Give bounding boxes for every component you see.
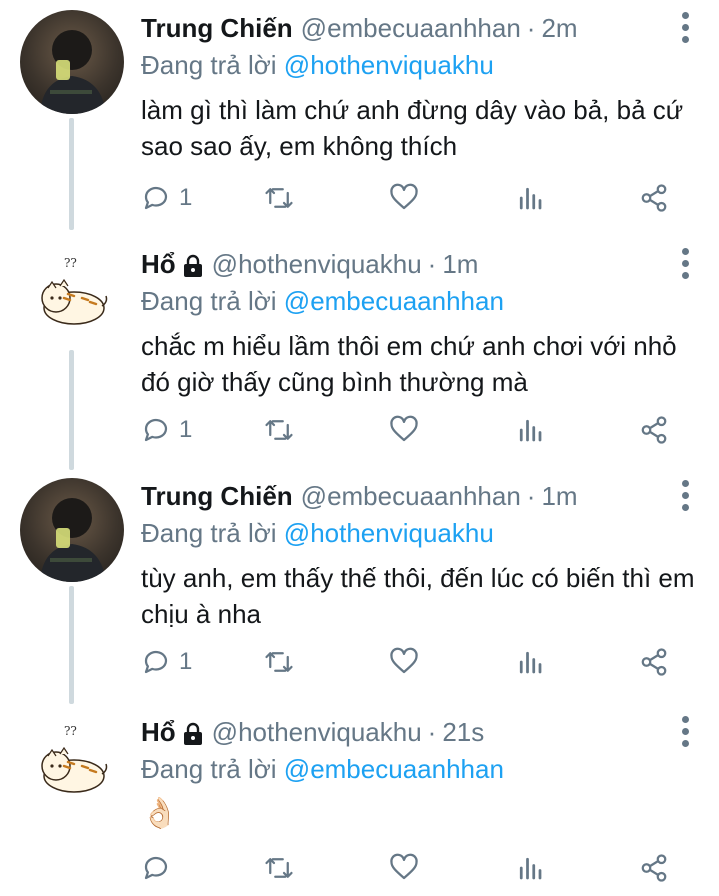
separator-dot: · — [526, 480, 536, 511]
tweet[interactable]: Trung Chiến @embecuaanhhan · 2m Đang trả… — [0, 10, 719, 230]
replying-prefix: Đang trả lời — [141, 754, 277, 784]
reply-count: 1 — [179, 648, 193, 675]
share-icon — [641, 854, 667, 882]
share-icon — [641, 416, 667, 444]
separator-dot: · — [427, 716, 437, 747]
reply-count: 1 — [179, 416, 193, 443]
display-name[interactable]: Hổ — [141, 717, 176, 748]
avatar[interactable] — [34, 258, 110, 334]
share-button[interactable] — [639, 410, 669, 450]
reply-icon — [144, 650, 168, 674]
timestamp[interactable]: 2m — [541, 13, 577, 44]
display-name[interactable]: Trung Chiến — [141, 481, 293, 512]
reply-button[interactable]: 1 — [141, 410, 192, 450]
separator-dot: · — [427, 248, 437, 279]
retweet-button[interactable] — [264, 642, 294, 682]
tweet-text: chắc m hiểu lầm thôi em chứ anh chơi với… — [141, 331, 677, 397]
tweet-text: tùy anh, em thấy thế thôi, đến lúc có bi… — [141, 563, 695, 629]
user-handle[interactable]: @embecuaanhhan — [301, 481, 521, 512]
analytics-icon — [519, 419, 542, 442]
more-vertical-icon[interactable] — [681, 248, 689, 282]
share-button[interactable] — [639, 178, 669, 218]
share-button[interactable] — [639, 642, 669, 682]
more-vertical-icon[interactable] — [681, 480, 689, 514]
mention-link[interactable]: @embecuaanhhan — [284, 754, 504, 784]
like-button[interactable] — [389, 178, 419, 218]
reply-count: 1 — [179, 184, 193, 211]
action-bar: 1 — [141, 178, 686, 218]
analytics-button[interactable] — [515, 178, 545, 218]
mention-link[interactable]: @embecuaanhhan — [284, 286, 504, 316]
action-bar: 1 — [141, 642, 686, 682]
analytics-icon — [519, 857, 542, 880]
avatar[interactable] — [20, 478, 124, 582]
reply-icon — [144, 186, 168, 210]
user-handle[interactable]: @hothenviquakhu — [212, 249, 422, 280]
retweet-button[interactable] — [264, 178, 294, 218]
reply-button[interactable] — [141, 848, 179, 888]
replying-prefix: Đang trả lời — [141, 50, 277, 80]
action-bar — [141, 848, 686, 888]
retweet-button[interactable] — [264, 410, 294, 450]
like-button[interactable] — [389, 410, 419, 450]
display-name[interactable]: Trung Chiến — [141, 13, 293, 44]
reply-button[interactable]: 1 — [141, 178, 192, 218]
avatar[interactable] — [20, 10, 124, 114]
retweet-button[interactable] — [264, 848, 294, 888]
replying-to: Đang trả lời @hothenviquakhu — [141, 50, 494, 81]
heart-icon — [390, 853, 418, 880]
timestamp[interactable]: 1m — [442, 249, 478, 280]
heart-icon — [390, 647, 418, 674]
reply-icon — [144, 856, 168, 880]
analytics-button[interactable] — [515, 848, 545, 888]
replying-to: Đang trả lời @embecuaanhhan — [141, 286, 504, 317]
tweet-text: 👌🏻 — [141, 797, 179, 830]
reply-icon — [144, 418, 168, 442]
like-button[interactable] — [389, 642, 419, 682]
replying-to: Đang trả lời @hothenviquakhu — [141, 518, 494, 549]
avatar[interactable] — [34, 726, 110, 802]
retweet-icon — [265, 188, 293, 208]
retweet-icon — [265, 858, 293, 878]
replying-to: Đang trả lời @embecuaanhhan — [141, 754, 504, 785]
share-button[interactable] — [639, 848, 669, 888]
retweet-icon — [265, 652, 293, 672]
analytics-icon — [519, 651, 542, 674]
mention-link[interactable]: @hothenviquakhu — [284, 50, 494, 80]
heart-icon — [390, 415, 418, 442]
reply-button[interactable]: 1 — [141, 642, 192, 682]
like-button[interactable] — [389, 848, 419, 888]
analytics-button[interactable] — [515, 642, 545, 682]
separator-dot: · — [526, 12, 536, 43]
more-vertical-icon[interactable] — [681, 12, 689, 46]
more-vertical-icon[interactable] — [681, 716, 689, 750]
tweet[interactable]: ?? Hổ @hothenviquakhu · 21s Đang trả lời… — [0, 714, 719, 896]
share-icon — [641, 184, 667, 212]
lock-icon — [182, 254, 204, 278]
mention-link[interactable]: @hothenviquakhu — [284, 518, 494, 548]
user-handle[interactable]: @hothenviquakhu — [212, 717, 422, 748]
tweet[interactable]: ?? Hổ @hothenviquakhu · 1m Đang trả lời … — [0, 246, 719, 466]
analytics-icon — [519, 187, 542, 210]
lock-icon — [182, 722, 204, 746]
heart-icon — [390, 183, 418, 210]
replying-prefix: Đang trả lời — [141, 286, 277, 316]
tweet[interactable]: Trung Chiến @embecuaanhhan · 1m Đang trả… — [0, 478, 719, 698]
tweet-text: làm gì thì làm chứ anh đừng dây vào bả, … — [141, 95, 684, 161]
replying-prefix: Đang trả lời — [141, 518, 277, 548]
share-icon — [641, 648, 667, 676]
display-name[interactable]: Hổ — [141, 249, 176, 280]
user-handle[interactable]: @embecuaanhhan — [301, 13, 521, 44]
action-bar: 1 — [141, 410, 686, 450]
timestamp[interactable]: 1m — [541, 481, 577, 512]
analytics-button[interactable] — [515, 410, 545, 450]
retweet-icon — [265, 420, 293, 440]
timestamp[interactable]: 21s — [442, 717, 484, 748]
